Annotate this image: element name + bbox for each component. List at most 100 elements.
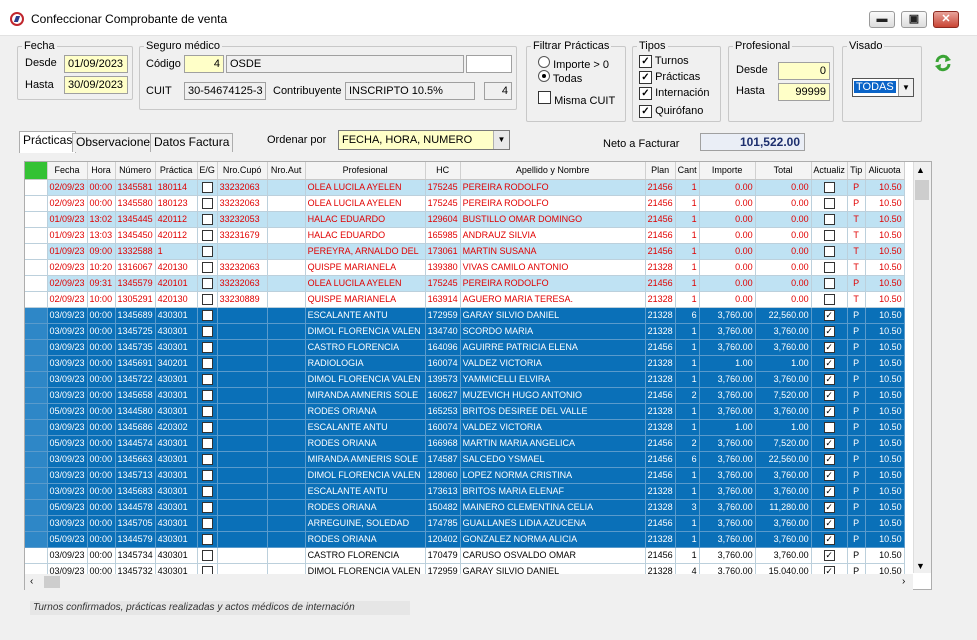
codigo-input[interactable]: 4 xyxy=(184,55,224,73)
row-indicator[interactable] xyxy=(25,195,48,212)
prof-desde-input[interactable]: 0 xyxy=(778,62,830,80)
internacion-checkbox[interactable]: ✓ Internación xyxy=(639,87,710,100)
tab-practicas[interactable]: Prácticas xyxy=(19,131,77,153)
checkbox[interactable] xyxy=(201,501,213,513)
checkbox[interactable]: ✓ xyxy=(823,533,835,545)
table-row[interactable]: 03/09/23 00:00 1345722 430301 DIMOL FLORENCI… xyxy=(25,371,905,388)
table-row[interactable]: 02/09/23 00:00 1345581 180114 33232063 OLEA L… xyxy=(25,179,905,196)
checkbox[interactable] xyxy=(201,245,213,257)
row-indicator[interactable] xyxy=(25,227,48,244)
checkbox[interactable] xyxy=(823,293,835,305)
checkbox[interactable] xyxy=(823,261,835,273)
row-indicator[interactable] xyxy=(25,323,48,340)
column-header[interactable]: Alicuota xyxy=(865,162,905,180)
column-header[interactable]: Nro.Cupó xyxy=(217,162,268,180)
checkbox[interactable] xyxy=(201,469,213,481)
table-row[interactable]: 05/09/23 00:00 1344580 430301 RODES ORIANA 16… xyxy=(25,403,905,420)
table-row[interactable]: 02/09/23 09:31 1345579 420101 33232063 OLEA L… xyxy=(25,275,905,292)
checkbox[interactable] xyxy=(201,261,213,273)
row-indicator[interactable] xyxy=(25,515,48,532)
column-header[interactable]: Nro.Aut xyxy=(267,162,306,180)
table-row[interactable]: 03/09/23 00:00 1345734 430301 CASTRO FLORENC… xyxy=(25,547,905,564)
table-row[interactable]: 03/09/23 00:00 1345713 430301 DIMOL FLORENCI… xyxy=(25,467,905,484)
checkbox[interactable] xyxy=(201,293,213,305)
practicas-grid[interactable]: Fecha Hora Número Práctica E/G Nro.Cupó Nro.Au… xyxy=(24,161,932,590)
row-indicator[interactable] xyxy=(25,243,48,260)
table-row[interactable]: 02/09/23 10:20 1316067 420130 33232063 QUISPE… xyxy=(25,259,905,276)
checkbox[interactable] xyxy=(201,453,213,465)
checkbox[interactable] xyxy=(201,341,213,353)
seguro-extra-field[interactable] xyxy=(466,55,512,73)
horizontal-scroll-thumb[interactable] xyxy=(44,576,60,588)
todas-radio[interactable]: Todas xyxy=(538,70,582,85)
checkbox[interactable] xyxy=(201,309,213,321)
row-indicator[interactable] xyxy=(25,483,48,500)
checkbox[interactable] xyxy=(823,245,835,257)
practicas-checkbox[interactable]: ✓ Prácticas xyxy=(639,71,700,84)
maximize-button[interactable]: ▣ xyxy=(901,11,927,28)
checkbox[interactable]: ✓ xyxy=(823,405,835,417)
checkbox[interactable]: ✓ xyxy=(823,357,835,369)
chevron-right-icon[interactable]: › xyxy=(902,576,905,587)
turnos-checkbox[interactable]: ✓ Turnos xyxy=(639,55,689,68)
checkbox[interactable] xyxy=(201,197,213,209)
row-indicator[interactable] xyxy=(25,387,48,404)
checkbox[interactable]: ✓ xyxy=(823,517,835,529)
checkbox[interactable] xyxy=(201,213,213,225)
checkbox[interactable] xyxy=(201,549,213,561)
column-header[interactable]: Hora xyxy=(87,162,116,180)
column-header[interactable]: Apellido y Nombre xyxy=(460,162,646,180)
refresh-icon[interactable] xyxy=(934,54,952,72)
checkbox[interactable] xyxy=(201,389,213,401)
table-row[interactable]: 02/09/23 10:00 1305291 420130 33230889 QUISPE… xyxy=(25,291,905,308)
column-header[interactable]: Actualiz xyxy=(811,162,848,180)
table-row[interactable]: 05/09/23 00:00 1344579 430301 RODES ORIANA 12… xyxy=(25,531,905,548)
row-indicator[interactable] xyxy=(25,435,48,452)
checkbox[interactable] xyxy=(823,277,835,289)
checkbox[interactable] xyxy=(823,181,835,193)
quirofano-checkbox[interactable]: ✓ Quirófano xyxy=(639,105,703,118)
row-indicator[interactable] xyxy=(25,179,48,196)
column-header[interactable]: HC xyxy=(425,162,461,180)
checkbox[interactable]: ✓ xyxy=(823,549,835,561)
checkbox[interactable] xyxy=(201,277,213,289)
chevron-up-icon[interactable]: ▲ xyxy=(916,165,925,175)
column-header[interactable]: Cant xyxy=(675,162,700,180)
fecha-hasta-input[interactable]: 30/09/2023 xyxy=(64,76,128,94)
table-row[interactable]: 03/09/23 00:00 1345658 430301 MIRANDA AMNERI… xyxy=(25,387,905,404)
column-header[interactable]: Número xyxy=(115,162,156,180)
tab-datos-factura[interactable]: Datos Factura xyxy=(150,133,234,152)
checkbox[interactable]: ✓ xyxy=(823,389,835,401)
row-indicator[interactable] xyxy=(25,467,48,484)
checkbox[interactable] xyxy=(201,229,213,241)
checkbox[interactable] xyxy=(201,325,213,337)
checkbox[interactable]: ✓ xyxy=(823,373,835,385)
checkbox[interactable] xyxy=(823,213,835,225)
column-header[interactable]: E/G xyxy=(197,162,218,180)
checkbox[interactable] xyxy=(201,405,213,417)
checkbox[interactable]: ✓ xyxy=(823,485,835,497)
column-header[interactable]: Importe xyxy=(699,162,756,180)
table-row[interactable]: 03/09/23 00:00 1345691 340201 RADIOLOGIA 1600… xyxy=(25,355,905,372)
checkbox[interactable]: ✓ xyxy=(823,325,835,337)
column-header[interactable]: Profesional xyxy=(305,162,426,180)
importe-radio[interactable]: Importe > 0 xyxy=(538,56,609,71)
horizontal-scrollbar[interactable] xyxy=(25,574,913,590)
row-indicator[interactable] xyxy=(25,531,48,548)
checkbox[interactable] xyxy=(823,229,835,241)
table-row[interactable]: 01/09/23 09:00 1332588 1 PEREYRA, ARNALDO DE… xyxy=(25,243,905,260)
row-indicator[interactable] xyxy=(25,307,48,324)
table-row[interactable]: 05/09/23 00:00 1344578 430301 RODES ORIANA 15… xyxy=(25,499,905,516)
table-row[interactable]: 03/09/23 00:00 1345689 430301 ESCALANTE ANTU… xyxy=(25,307,905,324)
checkbox[interactable]: ✓ xyxy=(823,341,835,353)
misma-cuit-checkbox[interactable]: Misma CUIT xyxy=(538,91,615,107)
column-header[interactable]: Plan xyxy=(645,162,676,180)
checkbox[interactable] xyxy=(201,357,213,369)
checkbox[interactable]: ✓ xyxy=(823,453,835,465)
row-indicator[interactable] xyxy=(25,403,48,420)
row-indicator[interactable] xyxy=(25,355,48,372)
table-row[interactable]: 03/09/23 00:00 1345725 430301 DIMOL FLORENCI… xyxy=(25,323,905,340)
minimize-button[interactable]: ▬ xyxy=(869,11,895,28)
table-row[interactable]: 03/09/23 00:00 1345705 430301 ARREGUINE, SOL… xyxy=(25,515,905,532)
row-indicator[interactable] xyxy=(25,291,48,308)
